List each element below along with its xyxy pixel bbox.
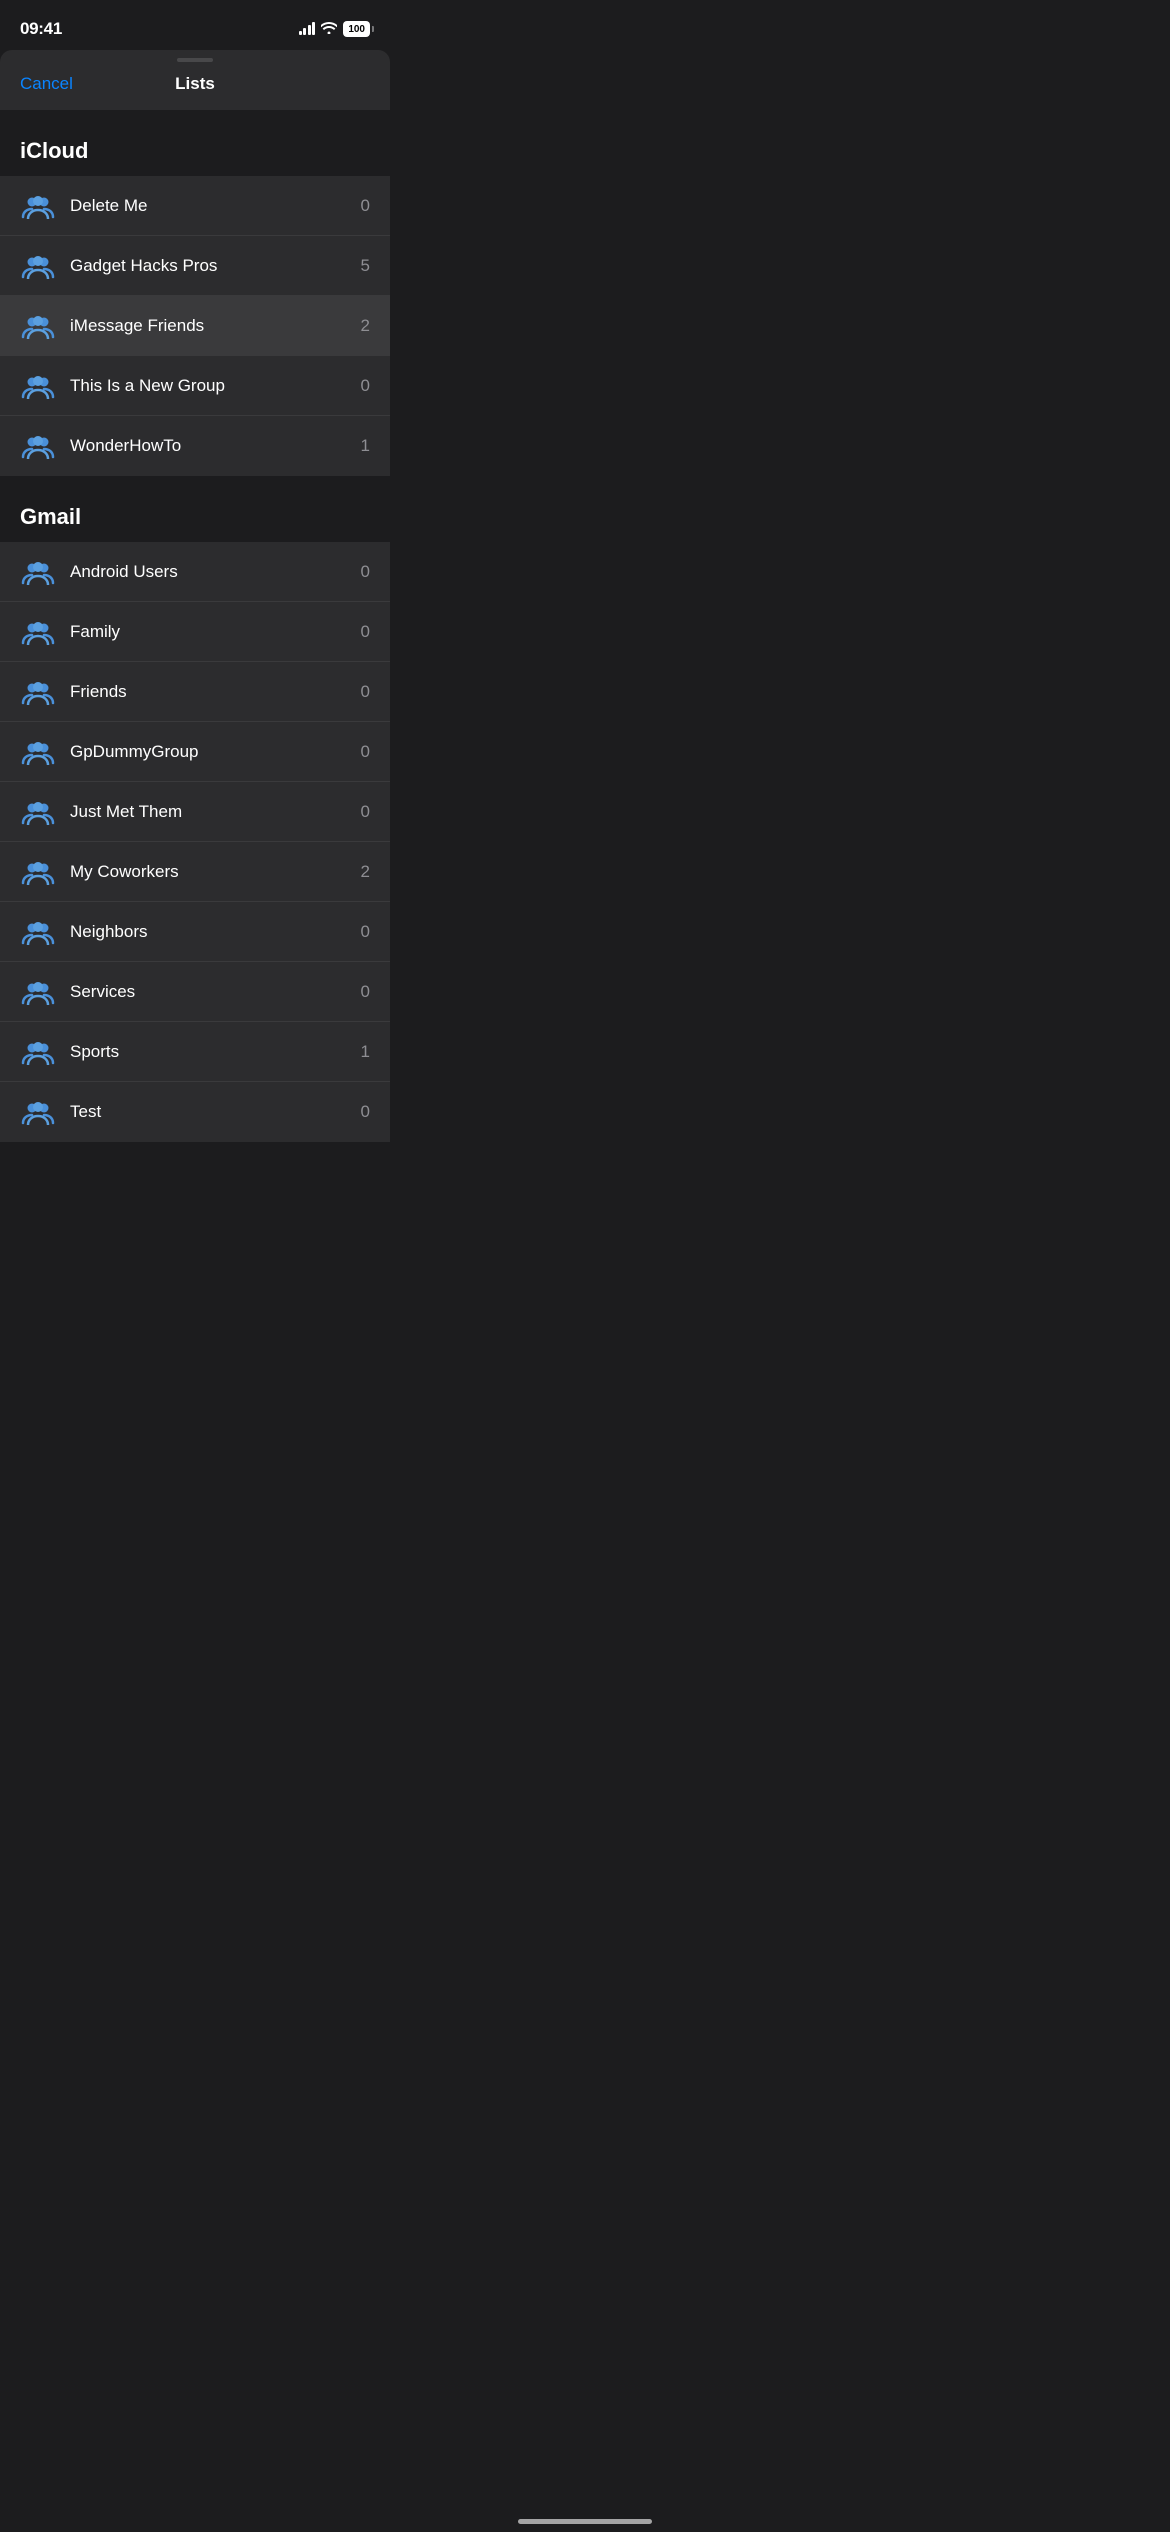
icloud-section: iCloud Delete Me 0 (0, 138, 390, 476)
list-item-count: 0 (361, 376, 370, 396)
group-icon (20, 312, 56, 340)
icloud-section-header: iCloud (0, 138, 390, 176)
list-item[interactable]: Delete Me 0 (0, 176, 390, 236)
list-item-count: 2 (361, 316, 370, 336)
list-item-count: 0 (361, 622, 370, 642)
list-item-name: This Is a New Group (70, 376, 353, 396)
list-item[interactable]: Android Users 0 (0, 542, 390, 602)
list-item[interactable]: Just Met Them 0 (0, 782, 390, 842)
list-item-name: Services (70, 982, 353, 1002)
group-icon (20, 192, 56, 220)
list-item-count: 0 (361, 682, 370, 702)
group-icon (20, 678, 56, 706)
group-icon (20, 858, 56, 886)
content-area: iCloud Delete Me 0 (0, 138, 390, 1182)
list-item[interactable]: WonderHowTo 1 (0, 416, 390, 476)
list-item[interactable]: Services 0 (0, 962, 390, 1022)
group-icon (20, 618, 56, 646)
list-item-name: iMessage Friends (70, 316, 353, 336)
group-icon (20, 978, 56, 1006)
list-item-count: 0 (361, 562, 370, 582)
status-time: 09:41 (20, 19, 62, 39)
status-bar: 09:41 100 (0, 0, 390, 50)
list-item-name: Android Users (70, 562, 353, 582)
gmail-section-header: Gmail (0, 504, 390, 542)
sheet-handle-area: Cancel Lists (0, 50, 390, 110)
list-item-count: 2 (361, 862, 370, 882)
list-item-count: 0 (361, 922, 370, 942)
group-icon (20, 1098, 56, 1126)
wifi-icon (321, 21, 337, 37)
group-icon (20, 558, 56, 586)
list-item-name: Friends (70, 682, 353, 702)
list-item-count: 1 (361, 436, 370, 456)
list-item[interactable]: Friends 0 (0, 662, 390, 722)
list-item[interactable]: This Is a New Group 0 (0, 356, 390, 416)
nav-bar: Cancel Lists (0, 62, 390, 110)
list-item-count: 0 (361, 742, 370, 762)
battery-icon: 100 (343, 21, 370, 37)
list-item-name: Test (70, 1102, 353, 1122)
list-item-name: Gadget Hacks Pros (70, 256, 353, 276)
list-item[interactable]: iMessage Friends 2 (0, 296, 390, 356)
group-icon (20, 738, 56, 766)
home-indicator (518, 2519, 652, 2524)
gmail-section: Gmail Android Users 0 (0, 504, 390, 1142)
list-item-name: Family (70, 622, 353, 642)
list-item[interactable]: Family 0 (0, 602, 390, 662)
list-item[interactable]: Gadget Hacks Pros 5 (0, 236, 390, 296)
list-item-count: 1 (361, 1042, 370, 1062)
list-item-name: Neighbors (70, 922, 353, 942)
group-icon (20, 372, 56, 400)
list-item-name: My Coworkers (70, 862, 353, 882)
list-item[interactable]: My Coworkers 2 (0, 842, 390, 902)
list-item-name: WonderHowTo (70, 436, 353, 456)
list-item-count: 0 (361, 1102, 370, 1122)
cancel-button[interactable]: Cancel (20, 74, 73, 94)
group-icon (20, 918, 56, 946)
group-icon (20, 432, 56, 460)
list-item-name: GpDummyGroup (70, 742, 353, 762)
group-icon (20, 1038, 56, 1066)
group-icon (20, 798, 56, 826)
gmail-list: Android Users 0 Family 0 (0, 542, 390, 1142)
list-item-name: Just Met Them (70, 802, 353, 822)
group-icon (20, 252, 56, 280)
icloud-list: Delete Me 0 Gadget Hacks Pros 5 (0, 176, 390, 476)
list-item[interactable]: Sports 1 (0, 1022, 390, 1082)
list-item-name: Sports (70, 1042, 353, 1062)
list-item[interactable]: Test 0 (0, 1082, 390, 1142)
page-title: Lists (175, 74, 215, 94)
status-icons: 100 (299, 21, 370, 37)
list-item-count: 5 (361, 256, 370, 276)
list-item-name: Delete Me (70, 196, 353, 216)
list-item[interactable]: GpDummyGroup 0 (0, 722, 390, 782)
signal-bars-icon (299, 23, 316, 35)
list-item-count: 0 (361, 982, 370, 1002)
list-item[interactable]: Neighbors 0 (0, 902, 390, 962)
list-item-count: 0 (361, 196, 370, 216)
list-item-count: 0 (361, 802, 370, 822)
